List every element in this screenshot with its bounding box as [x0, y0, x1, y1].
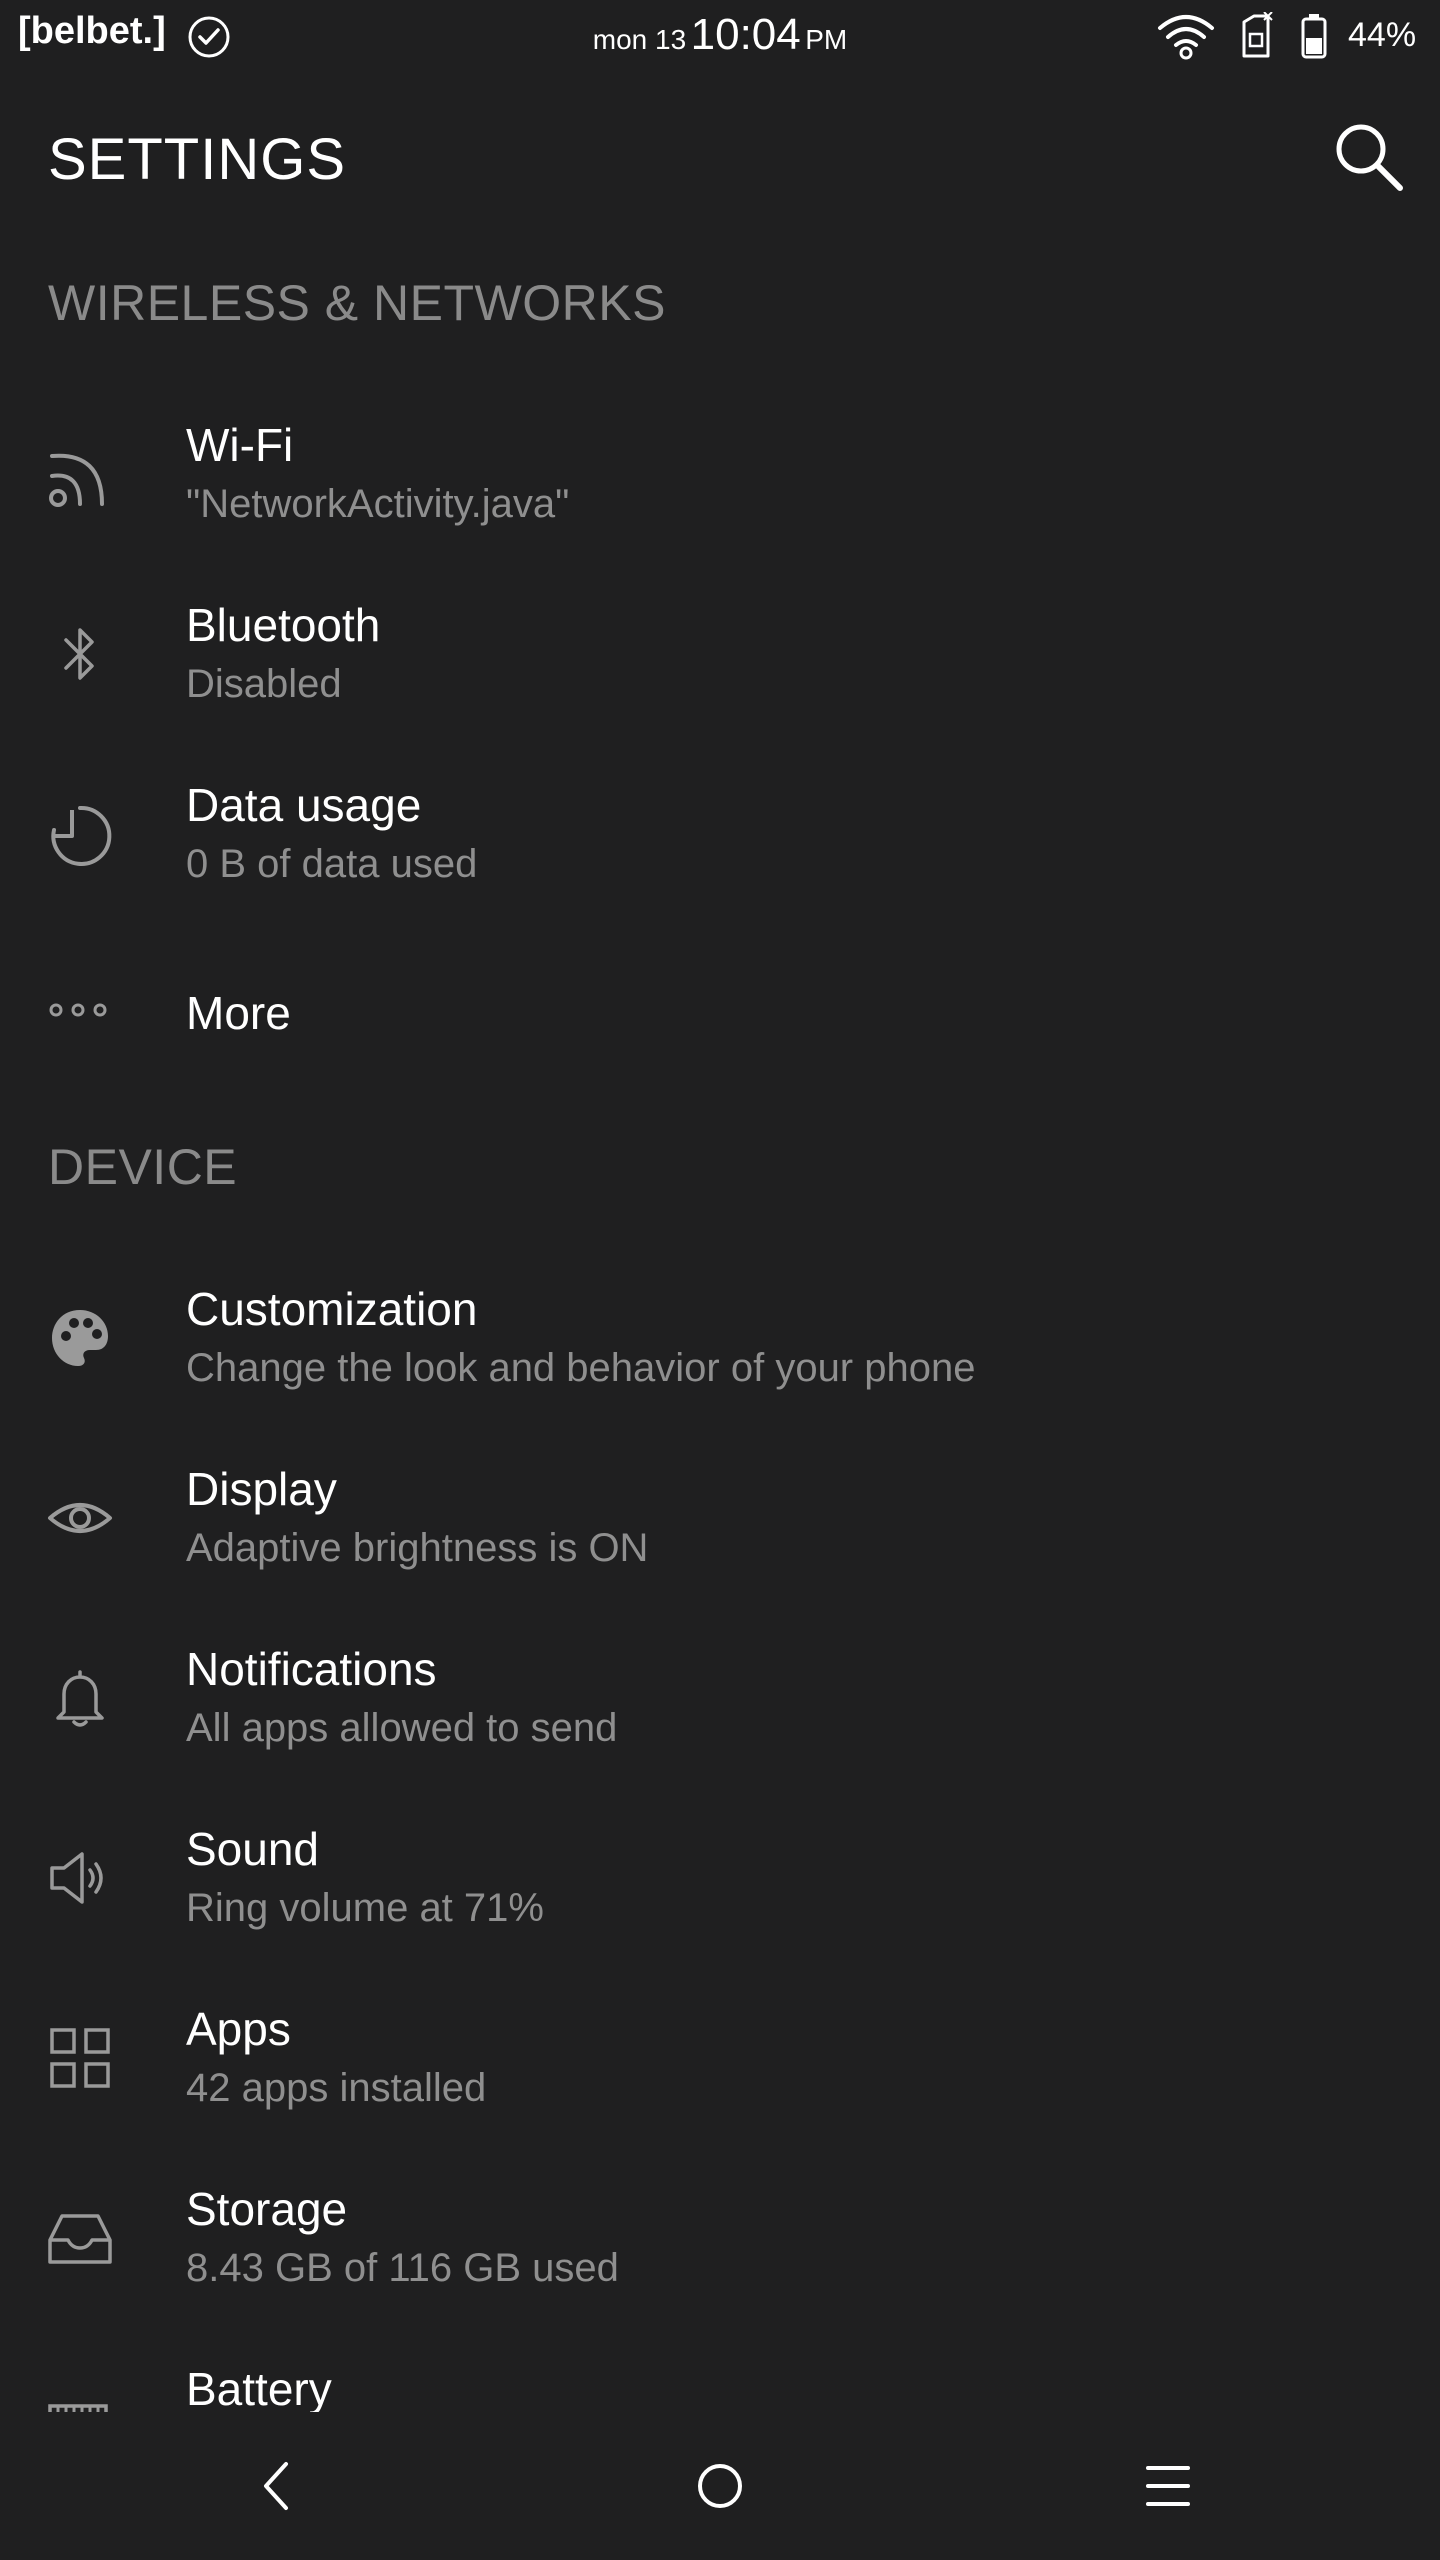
settings-screen: [belbet.] mon 13 10:04 PM 44% SETTINGS W… [0, 0, 1440, 2560]
back-icon[interactable] [238, 2446, 318, 2526]
bluetooth-icon [46, 620, 114, 688]
data-usage-icon [46, 800, 114, 868]
clock-day: mon 13 [592, 24, 687, 55]
speaker-icon [46, 1844, 114, 1912]
grid-icon [46, 2024, 114, 2092]
clock-ampm: PM [805, 24, 848, 55]
settings-item-data-usage[interactable]: Data usage 0 B of data used [0, 744, 1440, 924]
bluetooth-subtitle: Disabled [186, 662, 342, 706]
palette-icon [46, 1304, 114, 1372]
settings-item-battery[interactable]: Battery [0, 2328, 1440, 2412]
notifications-subtitle: All apps allowed to send [186, 1706, 618, 1750]
more-label: More [186, 987, 291, 1039]
settings-item-sound[interactable]: Sound Ring volume at 71% [0, 1788, 1440, 1968]
wifi-subtitle: "NetworkActivity.java" [186, 482, 570, 526]
more-icon [46, 976, 114, 1044]
section-header-wireless: WIRELESS & NETWORKS [48, 275, 666, 331]
sound-label: Sound [186, 1823, 320, 1875]
page-title: SETTINGS [48, 127, 347, 192]
sound-subtitle: Ring volume at 71% [186, 1886, 544, 1930]
bluetooth-label: Bluetooth [186, 599, 381, 651]
settings-item-wifi[interactable]: Wi-Fi "NetworkActivity.java" [0, 384, 1440, 564]
notifications-label: Notifications [186, 1643, 437, 1695]
storage-subtitle: 8.43 GB of 116 GB used [186, 2246, 619, 2290]
apps-label: Apps [186, 2003, 291, 2055]
settings-item-more[interactable]: More [0, 924, 1440, 1104]
settings-item-notifications[interactable]: Notifications All apps allowed to send [0, 1608, 1440, 1788]
data-usage-label: Data usage [186, 779, 422, 831]
storage-label: Storage [186, 2183, 348, 2235]
wifi-signal-icon [1156, 12, 1216, 60]
wifi-label: Wi-Fi [186, 419, 294, 471]
customization-subtitle: Change the look and behavior of your pho… [186, 1346, 976, 1390]
settings-item-customization[interactable]: Customization Change the look and behavi… [0, 1248, 1440, 1428]
battery-icon [46, 2402, 114, 2412]
menu-icon[interactable] [1128, 2446, 1208, 2526]
navigation-bar [0, 2412, 1440, 2560]
clock-time: 10:04 [690, 10, 801, 59]
home-icon[interactable] [680, 2446, 760, 2526]
settings-item-apps[interactable]: Apps 42 apps installed [0, 1968, 1440, 2148]
customization-label: Customization [186, 1283, 478, 1335]
status-clock: mon 13 10:04 PM [0, 10, 1440, 60]
inbox-icon [46, 2204, 114, 2272]
display-subtitle: Adaptive brightness is ON [186, 1526, 649, 1570]
data-usage-subtitle: 0 B of data used [186, 842, 478, 886]
display-label: Display [186, 1463, 337, 1515]
bell-icon [46, 1664, 114, 1732]
sim-card-icon [1240, 12, 1274, 60]
settings-item-bluetooth[interactable]: Bluetooth Disabled [0, 564, 1440, 744]
search-icon[interactable] [1330, 118, 1406, 194]
eye-icon [46, 1484, 114, 1552]
battery-status-icon [1300, 12, 1328, 60]
apps-subtitle: 42 apps installed [186, 2066, 487, 2110]
settings-item-storage[interactable]: Storage 8.43 GB of 116 GB used [0, 2148, 1440, 2328]
wifi-icon [46, 442, 114, 510]
battery-percent: 44% [1348, 16, 1417, 54]
status-bar: [belbet.] mon 13 10:04 PM 44% [0, 0, 1440, 76]
battery-label: Battery [186, 2363, 332, 2412]
section-header-device: DEVICE [48, 1139, 238, 1195]
settings-item-display[interactable]: Display Adaptive brightness is ON [0, 1428, 1440, 1608]
